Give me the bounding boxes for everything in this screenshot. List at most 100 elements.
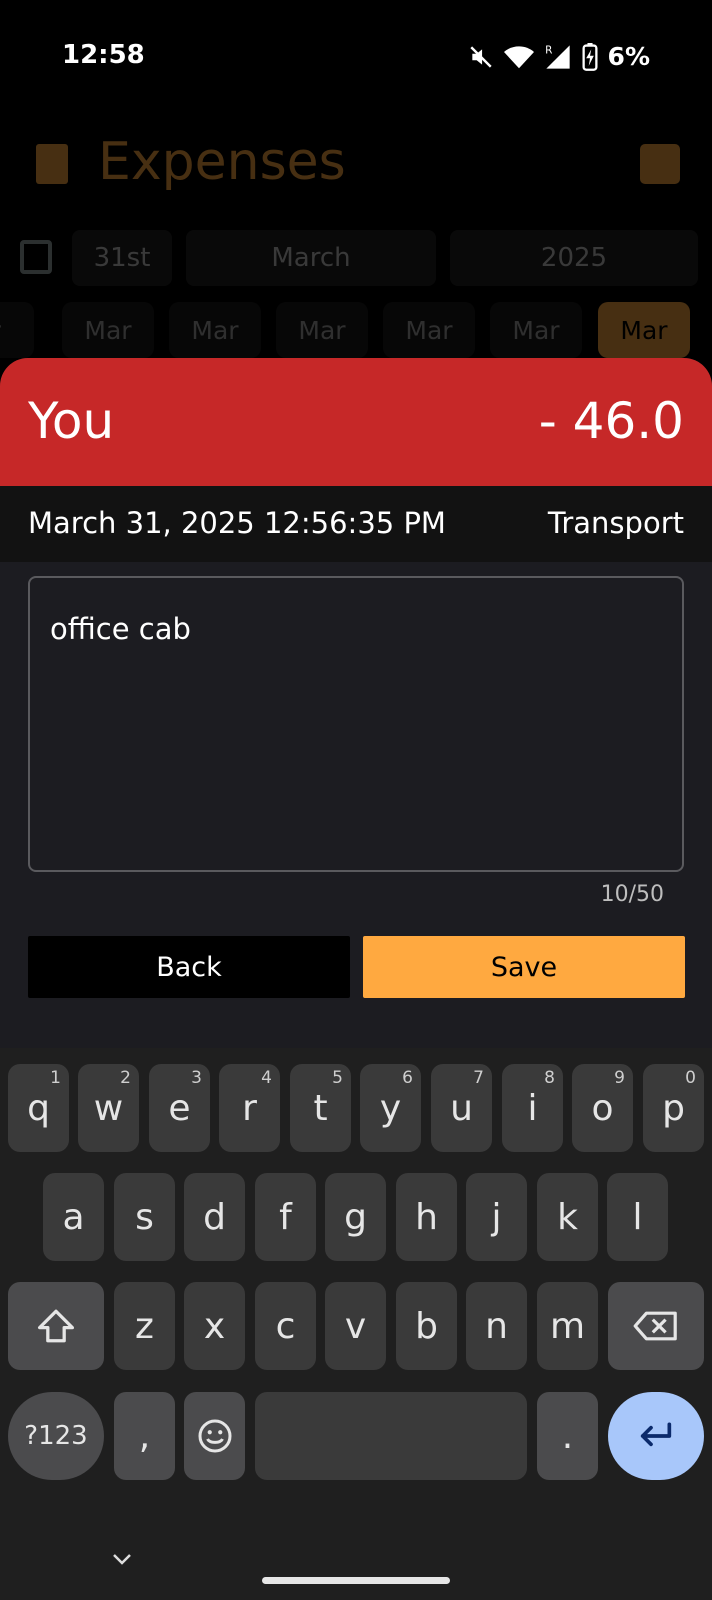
key-y[interactable]: y6 bbox=[360, 1064, 421, 1152]
save-button[interactable]: Save bbox=[363, 936, 685, 998]
month-chip: Mar bbox=[490, 302, 582, 358]
note-input[interactable]: office cab bbox=[28, 576, 684, 872]
key-hint: 3 bbox=[191, 1068, 202, 1088]
key-hint: 7 bbox=[473, 1068, 484, 1088]
key-label: i bbox=[527, 1087, 538, 1129]
character-counter: 10/50 bbox=[600, 882, 664, 907]
battery-percent: 6% bbox=[607, 42, 650, 71]
key-hint: 5 bbox=[332, 1068, 343, 1088]
key-x[interactable]: x bbox=[184, 1282, 245, 1370]
emoji-icon bbox=[198, 1419, 231, 1453]
key-label: o bbox=[591, 1087, 614, 1129]
home-indicator[interactable] bbox=[262, 1577, 450, 1584]
expense-amount: - 46.0 bbox=[538, 392, 684, 450]
key-p[interactable]: p0 bbox=[643, 1064, 704, 1152]
svg-text:R: R bbox=[545, 44, 552, 56]
key-q[interactable]: q1 bbox=[8, 1064, 69, 1152]
key-o[interactable]: o9 bbox=[572, 1064, 633, 1152]
comma-key[interactable]: , bbox=[114, 1392, 175, 1480]
app-header: Expenses bbox=[0, 118, 712, 228]
key-h[interactable]: h bbox=[396, 1173, 457, 1261]
back-button[interactable]: Back bbox=[28, 936, 350, 998]
signal-icon: R bbox=[545, 44, 570, 69]
month-chip: Mar bbox=[169, 302, 261, 358]
note-text: office cab bbox=[50, 612, 191, 646]
key-label: t bbox=[313, 1087, 328, 1129]
month-chip: Mar bbox=[62, 302, 154, 358]
keyboard-collapse-icon[interactable] bbox=[110, 1548, 134, 1573]
emoji-key[interactable] bbox=[184, 1392, 245, 1480]
calendar-icon bbox=[20, 240, 52, 274]
key-hint: 0 bbox=[685, 1068, 696, 1088]
mute-icon bbox=[469, 45, 492, 68]
key-w[interactable]: w2 bbox=[78, 1064, 139, 1152]
key-hint: 8 bbox=[544, 1068, 555, 1088]
symbols-key[interactable]: ?123 bbox=[8, 1392, 104, 1480]
key-label: r bbox=[242, 1087, 257, 1129]
status-bar: 12:58 R 6% bbox=[0, 0, 712, 118]
key-b[interactable]: b bbox=[396, 1282, 457, 1370]
day-field: 31st bbox=[72, 230, 172, 286]
expense-datetime: March 31, 2025 12:56:35 PM bbox=[28, 506, 446, 540]
key-g[interactable]: g bbox=[325, 1173, 386, 1261]
month-chip: ar bbox=[0, 302, 34, 358]
expense-header: You - 46.0 bbox=[0, 358, 712, 486]
month-chip: Mar bbox=[276, 302, 368, 358]
space-key[interactable] bbox=[255, 1392, 527, 1480]
shift-icon bbox=[38, 1309, 74, 1343]
expense-meta: March 31, 2025 12:56:35 PM Transport bbox=[0, 486, 712, 562]
period-key[interactable]: . bbox=[537, 1392, 598, 1480]
app-title: Expenses bbox=[98, 132, 346, 192]
month-field: March bbox=[186, 230, 436, 286]
key-s[interactable]: s bbox=[114, 1173, 175, 1261]
key-l[interactable]: l bbox=[607, 1173, 668, 1261]
key-u[interactable]: u7 bbox=[431, 1064, 492, 1152]
year-field: 2025 bbox=[450, 230, 698, 286]
status-time: 12:58 bbox=[62, 40, 145, 70]
month-chip: Mar bbox=[383, 302, 475, 358]
key-hint: 2 bbox=[120, 1068, 131, 1088]
key-c[interactable]: c bbox=[255, 1282, 316, 1370]
book-icon bbox=[36, 144, 68, 184]
key-label: w bbox=[93, 1087, 124, 1129]
key-hint: 4 bbox=[261, 1068, 272, 1088]
payer-name: You bbox=[28, 392, 115, 450]
key-v[interactable]: v bbox=[325, 1282, 386, 1370]
status-icons: R 6% bbox=[468, 42, 650, 71]
key-m[interactable]: m bbox=[537, 1282, 598, 1370]
date-selector: 31st March 2025 bbox=[0, 230, 712, 286]
key-a[interactable]: a bbox=[43, 1173, 104, 1261]
enter-icon bbox=[640, 1422, 672, 1447]
symbols-label: ?123 bbox=[24, 1421, 88, 1451]
month-strip: ar Mar Mar Mar Mar Mar Mar bbox=[0, 302, 712, 362]
shift-key[interactable] bbox=[8, 1282, 104, 1370]
key-k[interactable]: k bbox=[537, 1173, 598, 1261]
key-hint: 6 bbox=[402, 1068, 413, 1088]
key-f[interactable]: f bbox=[255, 1173, 316, 1261]
key-label: p bbox=[662, 1087, 685, 1129]
key-e[interactable]: e3 bbox=[149, 1064, 210, 1152]
background-app: Expenses 31st March 2025 ar Mar Mar Mar … bbox=[0, 118, 712, 368]
enter-key[interactable] bbox=[608, 1392, 704, 1480]
key-z[interactable]: z bbox=[114, 1282, 175, 1370]
backspace-icon bbox=[633, 1311, 677, 1341]
key-hint: 9 bbox=[614, 1068, 625, 1088]
calculator-icon bbox=[640, 144, 680, 184]
key-label: e bbox=[168, 1087, 191, 1129]
key-j[interactable]: j bbox=[466, 1173, 527, 1261]
key-label: u bbox=[450, 1087, 473, 1129]
month-chip-selected: Mar bbox=[598, 302, 690, 358]
key-label: y bbox=[379, 1087, 402, 1129]
backspace-key[interactable] bbox=[608, 1282, 704, 1370]
key-n[interactable]: n bbox=[466, 1282, 527, 1370]
key-d[interactable]: d bbox=[184, 1173, 245, 1261]
battery-icon bbox=[582, 42, 598, 71]
key-hint: 1 bbox=[50, 1068, 61, 1088]
key-label: q bbox=[27, 1087, 50, 1129]
wifi-icon bbox=[503, 45, 534, 68]
key-t[interactable]: t5 bbox=[290, 1064, 351, 1152]
key-i[interactable]: i8 bbox=[502, 1064, 563, 1152]
soft-keyboard: q1 w2 e3 r4 t5 y6 u7 i8 o9 p0 a s d f g … bbox=[0, 1048, 712, 1600]
key-r[interactable]: r4 bbox=[219, 1064, 280, 1152]
expense-category: Transport bbox=[547, 506, 684, 540]
